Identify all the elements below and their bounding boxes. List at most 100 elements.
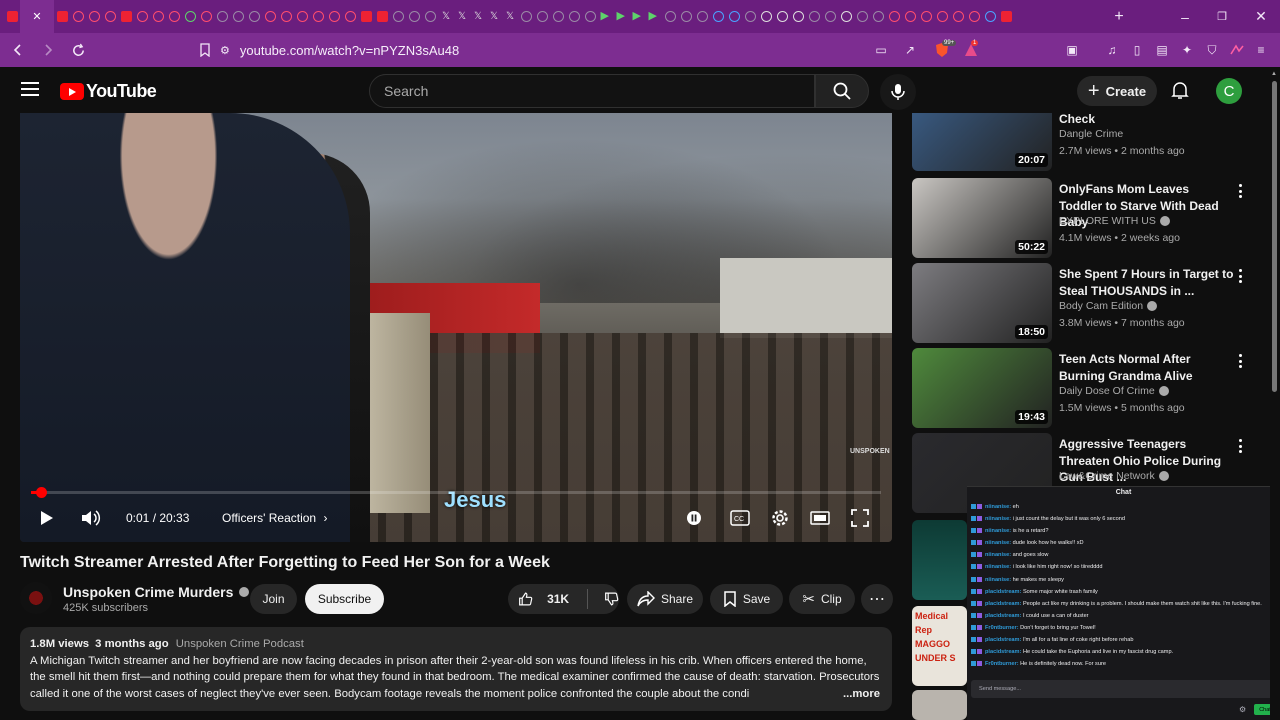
create-button[interactable]: + Create bbox=[1077, 76, 1157, 106]
account-avatar[interactable]: C bbox=[1216, 78, 1242, 104]
tab[interactable] bbox=[134, 0, 150, 33]
recommended-video[interactable]: 50:22 OnlyFans Mom Leaves Toddler to Star… bbox=[912, 178, 1252, 258]
tab[interactable] bbox=[102, 0, 118, 33]
back-arrow-icon[interactable] bbox=[6, 38, 30, 62]
tab[interactable]: ▶ bbox=[646, 0, 662, 33]
cast-icon[interactable]: ▭ bbox=[872, 41, 890, 59]
extension-icon[interactable] bbox=[1228, 41, 1246, 59]
search-input[interactable]: Search bbox=[369, 74, 815, 108]
chat-username[interactable]: niinanise: bbox=[985, 528, 1011, 534]
sidebar-toggle-icon[interactable]: ▣ bbox=[1063, 41, 1081, 59]
tab[interactable] bbox=[214, 0, 230, 33]
hamburger-menu-icon[interactable] bbox=[21, 82, 39, 96]
tab[interactable] bbox=[166, 0, 182, 33]
tab[interactable] bbox=[358, 0, 374, 33]
autoplay-toggle[interactable] bbox=[685, 507, 703, 529]
tab[interactable]: 𝕏 bbox=[470, 0, 486, 33]
chat-username[interactable]: placidstream: bbox=[985, 613, 1021, 619]
chat-settings-icon[interactable]: ⚙ bbox=[1239, 705, 1246, 714]
share-page-icon[interactable]: ↗ bbox=[901, 41, 919, 59]
forward-arrow-icon[interactable] bbox=[36, 38, 60, 62]
channel-name-link[interactable]: Unspoken Crime Murders bbox=[63, 584, 250, 600]
tab[interactable] bbox=[662, 0, 678, 33]
reload-icon[interactable] bbox=[66, 38, 90, 62]
notifications-bell-icon[interactable] bbox=[1170, 80, 1192, 102]
chat-username[interactable]: niinanise: bbox=[985, 516, 1011, 522]
tab[interactable] bbox=[54, 0, 70, 33]
tab[interactable] bbox=[262, 0, 278, 33]
youtube-logo[interactable]: YouTube bbox=[60, 81, 157, 102]
recommended-video[interactable]: 19:43 Teen Acts Normal After Burning Gran… bbox=[912, 348, 1252, 428]
chat-username[interactable]: Fr0ntburner: bbox=[985, 625, 1019, 631]
share-button[interactable]: Share bbox=[627, 584, 703, 614]
url-bar[interactable]: ⚙ youtube.com/watch?v=nPYZN3sAu48 bbox=[220, 38, 920, 62]
tab[interactable] bbox=[374, 0, 390, 33]
video-thumbnail[interactable]: 19:43 bbox=[912, 348, 1052, 428]
more-actions-button[interactable]: ⋯ bbox=[861, 584, 893, 614]
tab[interactable] bbox=[198, 0, 214, 33]
more-vertical-icon[interactable] bbox=[1234, 436, 1246, 456]
close-window-button[interactable]: ✕ bbox=[1242, 0, 1280, 33]
tab[interactable]: ▶ bbox=[614, 0, 630, 33]
scrollbar-thumb[interactable] bbox=[1272, 81, 1277, 392]
thumbs-up-icon[interactable] bbox=[518, 590, 533, 608]
tab[interactable] bbox=[982, 0, 998, 33]
theater-mode-button[interactable] bbox=[809, 507, 831, 529]
tab[interactable] bbox=[726, 0, 742, 33]
tab[interactable] bbox=[790, 0, 806, 33]
recommended-channel[interactable]: Law&Crime Network bbox=[1059, 470, 1155, 482]
tab[interactable] bbox=[566, 0, 582, 33]
recommended-video[interactable]: 20:07 in Freezer During Welfare CheckDang… bbox=[912, 113, 1252, 171]
tab[interactable] bbox=[774, 0, 790, 33]
recommended-title[interactable]: She Spent 7 Hours in Target to Steal THO… bbox=[1059, 266, 1234, 299]
tab[interactable]: 𝕏 bbox=[502, 0, 518, 33]
more-vertical-icon[interactable] bbox=[1234, 351, 1246, 371]
recommended-channel[interactable]: Daily Dose Of Crime bbox=[1059, 385, 1155, 397]
chat-username[interactable]: placidstream: bbox=[985, 601, 1021, 607]
tab[interactable] bbox=[310, 0, 326, 33]
video-thumbnail[interactable]: 50:22 bbox=[912, 178, 1052, 258]
active-tab[interactable]: ✕ bbox=[20, 0, 54, 33]
wallet-icon[interactable]: ▤ bbox=[1153, 41, 1171, 59]
volume-button[interactable] bbox=[80, 507, 102, 529]
podcast-tag[interactable]: Unspoken Crime Podcast bbox=[176, 638, 304, 650]
video-player[interactable]: UNSPOKEN Jesus 0:01 / 20:33 Officers' Re… bbox=[20, 113, 892, 542]
chat-username[interactable]: placidstream: bbox=[985, 649, 1021, 655]
chat-username[interactable]: niinanise: bbox=[985, 552, 1011, 558]
reading-list-icon[interactable]: ▯ bbox=[1128, 41, 1146, 59]
scroll-up-arrow-icon[interactable]: ▲ bbox=[1271, 71, 1277, 77]
fullscreen-button[interactable] bbox=[849, 507, 871, 529]
tab[interactable] bbox=[998, 0, 1014, 33]
tab[interactable]: 𝕏 bbox=[438, 0, 454, 33]
music-icon[interactable]: ♫ bbox=[1103, 41, 1121, 59]
tab[interactable] bbox=[182, 0, 198, 33]
tab[interactable] bbox=[806, 0, 822, 33]
tab[interactable] bbox=[870, 0, 886, 33]
tab[interactable] bbox=[934, 0, 950, 33]
tab[interactable] bbox=[742, 0, 758, 33]
tab[interactable] bbox=[70, 0, 86, 33]
video-thumbnail[interactable]: 20:07 bbox=[912, 113, 1052, 171]
tab[interactable] bbox=[902, 0, 918, 33]
clip-button[interactable]: ✂ Clip bbox=[789, 584, 855, 614]
recommended-title[interactable]: Teen Acts Normal After Burning Grandma A… bbox=[1059, 351, 1234, 384]
tab[interactable] bbox=[390, 0, 406, 33]
chat-username[interactable]: niinanise: bbox=[985, 504, 1011, 510]
tab[interactable] bbox=[230, 0, 246, 33]
chat-username[interactable]: placidstream: bbox=[985, 637, 1021, 643]
chat-username[interactable]: niinanise: bbox=[985, 577, 1011, 583]
video-thumbnail[interactable]: 18:50 bbox=[912, 263, 1052, 343]
tab[interactable] bbox=[694, 0, 710, 33]
progress-bar[interactable] bbox=[31, 487, 881, 498]
save-button[interactable]: Save bbox=[710, 584, 783, 614]
recommendation-thumbnail-partial-3[interactable] bbox=[912, 690, 967, 720]
recommendation-thumbnail-partial-2[interactable]: Medical Rep MAGGO UNDER S bbox=[912, 606, 967, 686]
more-vertical-icon[interactable] bbox=[1234, 181, 1246, 201]
tab[interactable] bbox=[4, 0, 20, 33]
chat-username[interactable]: niinanise: bbox=[985, 564, 1011, 570]
minimize-button[interactable]: – bbox=[1166, 0, 1204, 33]
bookmark-icon[interactable] bbox=[196, 41, 214, 59]
recommended-channel[interactable]: EXPLORE WITH US bbox=[1059, 215, 1156, 227]
tab[interactable] bbox=[918, 0, 934, 33]
thumbs-down-icon[interactable] bbox=[604, 590, 619, 608]
